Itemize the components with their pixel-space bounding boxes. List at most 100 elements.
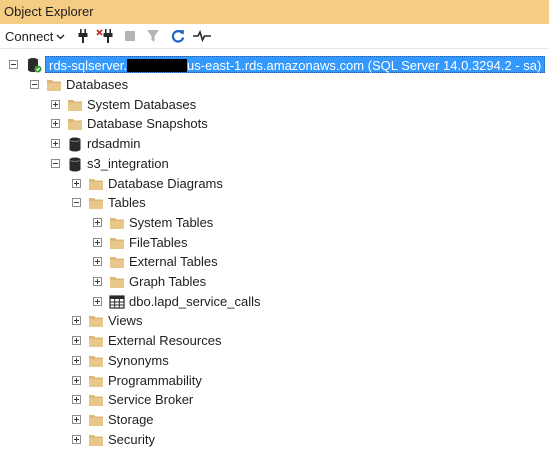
- expand-toggle[interactable]: [72, 178, 81, 188]
- tree-node-label: Security: [108, 431, 155, 447]
- tree-node[interactable]: Databases: [0, 75, 549, 94]
- folder-icon: [89, 375, 103, 387]
- tree-node[interactable]: Security: [0, 430, 549, 449]
- tree-node[interactable]: dbo.lapd_service_calls: [0, 292, 549, 311]
- folder-icon: [110, 257, 124, 269]
- expand-toggle[interactable]: [51, 139, 60, 149]
- tree-node[interactable]: System Tables: [0, 213, 549, 232]
- collapse-toggle[interactable]: [51, 158, 60, 168]
- expand-toggle[interactable]: [93, 237, 102, 247]
- tree-node-label: Views: [108, 313, 143, 329]
- tree-node-label: Synonyms: [108, 352, 169, 368]
- connect-button[interactable]: Connect: [5, 27, 65, 45]
- folder-icon: [89, 336, 103, 348]
- server-icon: [28, 58, 42, 73]
- database-icon: [69, 157, 81, 172]
- expand-toggle[interactable]: [72, 316, 81, 326]
- folder-icon: [89, 434, 103, 446]
- redacted-text: [127, 59, 188, 72]
- server-name-suffix: us-east-1.rds.amazonaws.com (SQL Server …: [187, 58, 542, 73]
- tree-node[interactable]: Synonyms: [0, 351, 549, 370]
- tree-node[interactable]: Views: [0, 311, 549, 330]
- tree-node-label: System Tables: [129, 214, 214, 230]
- filter-button[interactable]: [146, 27, 160, 45]
- folder-icon: [68, 119, 82, 131]
- collapse-toggle[interactable]: [30, 80, 39, 89]
- tree-node-server[interactable]: rds-sqlserver. us-east-1.rds.amazonaws.co…: [0, 55, 549, 74]
- disconnect-button[interactable]: [96, 27, 114, 45]
- expand-toggle[interactable]: [72, 414, 81, 424]
- tree-node-label: System Databases: [87, 96, 197, 112]
- folder-icon: [110, 217, 124, 229]
- plug-icon: [78, 29, 88, 43]
- folder-icon: [89, 395, 103, 407]
- database-icon: [69, 137, 81, 152]
- refresh-button[interactable]: [170, 27, 186, 45]
- folder-icon: [110, 237, 124, 249]
- panel-title: Object Explorer: [4, 4, 94, 19]
- folder-icon: [89, 355, 103, 367]
- expand-toggle[interactable]: [93, 217, 102, 227]
- folder-icon: [68, 99, 82, 111]
- tree-node[interactable]: s3_integration: [0, 154, 549, 173]
- tree-node-label: s3_integration: [87, 155, 169, 171]
- object-explorer-title-bar: Object Explorer: [0, 0, 549, 24]
- tree-node-label: Programmability: [108, 372, 202, 388]
- expand-toggle[interactable]: [72, 375, 81, 385]
- filter-icon: [147, 30, 159, 42]
- tree-node[interactable]: Storage: [0, 410, 549, 429]
- activity-monitor-icon: [193, 29, 211, 43]
- expand-toggle[interactable]: [72, 336, 81, 346]
- expand-toggle[interactable]: [51, 119, 60, 129]
- folder-icon: [89, 414, 103, 426]
- expand-toggle[interactable]: [72, 434, 81, 444]
- tree-node[interactable]: Graph Tables: [0, 272, 549, 291]
- folder-icon: [89, 198, 103, 210]
- stop-icon: [125, 31, 135, 41]
- refresh-icon: [171, 30, 185, 43]
- expand-toggle[interactable]: [93, 257, 102, 267]
- tree-node-label: dbo.lapd_service_calls: [129, 293, 261, 309]
- folder-icon: [47, 80, 61, 91]
- collapse-toggle[interactable]: [72, 198, 81, 208]
- tree-node[interactable]: FileTables: [0, 233, 549, 252]
- object-explorer-tree: rds-sqlserver. us-east-1.rds.amazonaws.co…: [0, 50, 549, 450]
- folder-icon: [89, 316, 103, 328]
- tree-node-label: rdsadmin: [87, 136, 141, 152]
- expand-toggle[interactable]: [93, 296, 102, 306]
- tree-node-label: Storage: [108, 411, 154, 427]
- tree-node-label: Database Snapshots: [87, 116, 208, 132]
- tree-node-label: External Resources: [108, 333, 222, 349]
- folder-icon: [110, 277, 124, 288]
- unplug-icon: [96, 29, 113, 43]
- chevron-down-icon: [56, 34, 65, 39]
- connect-object-explorer-button[interactable]: [76, 27, 90, 45]
- tree-node-label: Service Broker: [108, 392, 194, 408]
- server-name-prefix: rds-sqlserver.: [49, 58, 128, 73]
- tree-node[interactable]: Service Broker: [0, 390, 549, 409]
- tree-node-label: Databases: [66, 77, 129, 92]
- tree-node-label: Tables: [108, 195, 146, 211]
- tree-node[interactable]: Database Snapshots: [0, 114, 549, 133]
- tree-node[interactable]: System Databases: [0, 95, 549, 114]
- stop-button[interactable]: [124, 27, 136, 45]
- expand-toggle[interactable]: [72, 395, 81, 405]
- expand-toggle[interactable]: [93, 277, 102, 286]
- tree-node[interactable]: External Resources: [0, 331, 549, 350]
- table-icon: [109, 295, 125, 309]
- tree-node-label: Graph Tables: [129, 274, 207, 289]
- tree-node-label: FileTables: [129, 234, 188, 250]
- activity-monitor-button[interactable]: [193, 27, 211, 45]
- tree-node[interactable]: Tables: [0, 193, 549, 212]
- tree-node[interactable]: External Tables: [0, 252, 549, 271]
- expand-toggle[interactable]: [72, 355, 81, 365]
- object-explorer-toolbar: Connect: [0, 24, 549, 49]
- collapse-toggle[interactable]: [9, 60, 18, 69]
- tree-node[interactable]: Programmability: [0, 371, 549, 390]
- tree-node-label: External Tables: [129, 254, 218, 270]
- tree-node-label: Database Diagrams: [108, 175, 223, 191]
- expand-toggle[interactable]: [51, 99, 60, 109]
- tree-node[interactable]: Database Diagrams: [0, 174, 549, 193]
- tree-node[interactable]: rdsadmin: [0, 134, 549, 153]
- server-label: rds-sqlserver. us-east-1.rds.amazonaws.co…: [45, 56, 546, 73]
